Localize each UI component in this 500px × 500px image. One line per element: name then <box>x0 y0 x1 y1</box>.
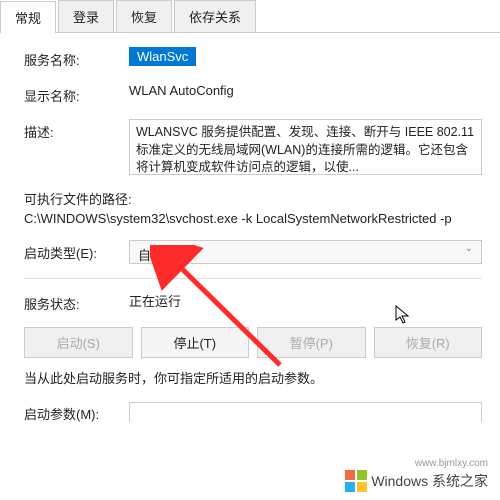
tab-general[interactable]: 常规 <box>0 1 56 33</box>
display-name-label: 显示名称: <box>24 83 129 105</box>
stop-button[interactable]: 停止(T) <box>141 327 250 358</box>
tab-recovery[interactable]: 恢复 <box>116 0 172 32</box>
tab-bar: 常规 登录 恢复 依存关系 <box>0 0 500 33</box>
tab-content: 服务名称: WlanSvc 显示名称: WLAN AutoConfig 描述: … <box>0 33 500 431</box>
tab-logon[interactable]: 登录 <box>58 0 114 32</box>
watermark-url: www.bjmlxy.com <box>415 458 488 469</box>
resume-button: 恢复(R) <box>374 327 483 358</box>
tab-dependencies[interactable]: 依存关系 <box>174 0 256 32</box>
startup-hint: 当从此处启动服务时，你可指定所适用的启动参数。 <box>24 368 482 387</box>
description-textarea[interactable]: WLANSVC 服务提供配置、发现、连接、断开与 IEEE 802.11 标准定… <box>129 119 482 175</box>
windows-logo-icon <box>345 470 367 492</box>
watermark-text: Windows 系统之家 <box>371 471 488 491</box>
service-status-value: 正在运行 <box>129 291 181 310</box>
start-param-input[interactable] <box>129 402 482 422</box>
display-name-value: WLAN AutoConfig <box>129 83 234 98</box>
control-buttons: 启动(S) 停止(T) 暂停(P) 恢复(R) <box>24 327 482 358</box>
service-status-label: 服务状态: <box>24 291 129 313</box>
watermark: www.bjmlxy.com Windows 系统之家 <box>345 470 488 492</box>
start-button: 启动(S) <box>24 327 133 358</box>
startup-type-label: 启动类型(E): <box>24 240 129 262</box>
exe-path-label: 可执行文件的路径: <box>24 189 482 208</box>
exe-path-value: C:\WINDOWS\system32\svchost.exe -k Local… <box>24 211 482 226</box>
description-label: 描述: <box>24 119 129 141</box>
service-name-label: 服务名称: <box>24 47 129 69</box>
startup-type-select[interactable]: 自动 <box>129 240 482 264</box>
pause-button: 暂停(P) <box>257 327 366 358</box>
start-param-label: 启动参数(M): <box>24 401 129 423</box>
service-name-value[interactable]: WlanSvc <box>129 47 196 66</box>
divider <box>24 278 482 279</box>
